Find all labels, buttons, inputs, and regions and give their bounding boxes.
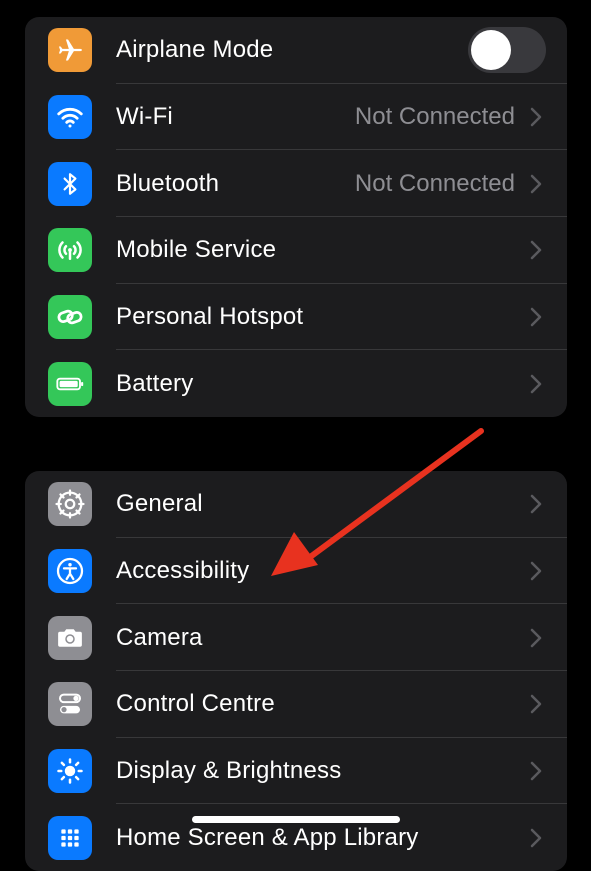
control-centre-label: Control Centre	[116, 690, 275, 718]
grid-icon	[48, 815, 92, 860]
accessibility-label: Accessibility	[116, 557, 250, 585]
wifi-icon	[48, 95, 92, 140]
mobile-service-row[interactable]: Mobile Service	[25, 217, 567, 284]
camera-row[interactable]: Camera	[25, 604, 567, 672]
wifi-label: Wi-Fi	[116, 103, 173, 131]
airplane-mode-label: Airplane Mode	[116, 36, 274, 64]
mobile-service-label: Mobile Service	[116, 236, 277, 264]
display-brightness-label: Display & Brightness	[116, 757, 342, 785]
gear-icon	[48, 482, 92, 527]
general-label: General	[116, 490, 203, 518]
home-indicator[interactable]	[192, 816, 400, 823]
accessibility-icon	[48, 549, 92, 594]
antenna-icon	[48, 228, 92, 273]
chevron-right-icon	[530, 761, 542, 781]
airplane-icon	[48, 28, 92, 73]
chevron-right-icon	[530, 174, 542, 193]
toggle-knob	[471, 30, 511, 71]
bluetooth-status: Not Connected	[354, 169, 515, 197]
camera-label: Camera	[116, 623, 203, 651]
personal-hotspot-row[interactable]: Personal Hotspot	[25, 284, 567, 351]
toggles-icon	[48, 682, 92, 727]
airplane-mode-row[interactable]: Airplane Mode	[25, 17, 567, 84]
battery-icon	[48, 361, 92, 406]
airplane-mode-toggle[interactable]	[468, 27, 546, 74]
battery-label: Battery	[116, 369, 194, 397]
wifi-row[interactable]: Wi-Fi Not Connected	[25, 84, 567, 151]
camera-icon	[48, 615, 92, 660]
chevron-right-icon	[530, 107, 542, 127]
settings-group-connectivity: Airplane Mode Wi-Fi Not Connected Blueto…	[25, 17, 567, 417]
chevron-right-icon	[530, 241, 542, 260]
chevron-right-icon	[530, 374, 542, 394]
chevron-right-icon	[530, 495, 542, 514]
battery-row[interactable]: Battery	[25, 350, 567, 417]
chevron-right-icon	[530, 307, 542, 327]
settings-group-system: General Accessibility Camera Control Cen…	[25, 471, 567, 871]
bluetooth-label: Bluetooth	[116, 169, 220, 197]
wifi-status: Not Connected	[354, 103, 515, 131]
chevron-right-icon	[530, 828, 542, 848]
accessibility-row[interactable]: Accessibility	[25, 538, 567, 605]
personal-hotspot-label: Personal Hotspot	[116, 303, 304, 331]
bluetooth-row[interactable]: Bluetooth Not Connected	[25, 150, 567, 218]
general-row[interactable]: General	[25, 471, 567, 538]
home-screen-row[interactable]: Home Screen & App Library	[25, 804, 567, 871]
bluetooth-icon	[48, 161, 92, 206]
chevron-right-icon	[530, 561, 542, 581]
display-brightness-row[interactable]: Display & Brightness	[25, 738, 567, 805]
home-screen-label: Home Screen & App Library	[116, 823, 419, 851]
chevron-right-icon	[530, 695, 542, 714]
control-centre-row[interactable]: Control Centre	[25, 671, 567, 738]
chevron-right-icon	[530, 628, 542, 647]
link-icon	[48, 295, 92, 340]
sun-icon	[48, 749, 92, 794]
